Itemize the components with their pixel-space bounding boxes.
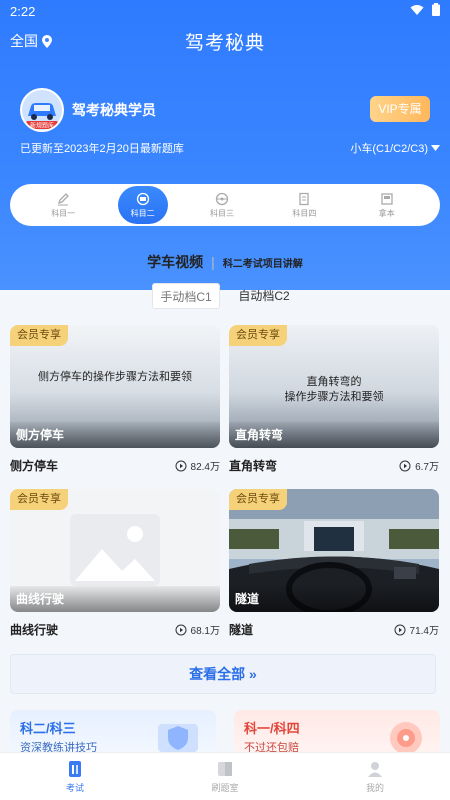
gear-auto-button[interactable]: 自动档C2 — [230, 283, 298, 309]
video-meta: 曲线行驶 68.1万 — [10, 621, 220, 641]
tab-label: 科目四 — [292, 208, 317, 218]
user-card: 新规题库 驾考秘典学员 VIP专属 — [20, 88, 440, 132]
avatar[interactable]: 新规题库 — [20, 88, 64, 132]
video-title: 侧方停车 — [10, 459, 59, 473]
status-bar: 2:22 — [0, 0, 450, 22]
car-avatar-icon: 新规题库 — [22, 90, 62, 130]
member-badge: 会员专享 — [10, 325, 68, 346]
gear-manual-button[interactable]: 手动档C1 — [152, 283, 220, 309]
book-icon — [299, 192, 310, 205]
exam-icon — [69, 760, 81, 777]
tab-label: 拿本 — [378, 208, 395, 218]
video-label: 曲线行驶 — [10, 586, 220, 612]
tab-label: 刷题室 — [211, 782, 239, 793]
video-meta: 隧道 71.4万 — [229, 621, 439, 641]
update-text: 已更新至2023年2月20日最新题库 — [20, 143, 184, 155]
practice-icon — [218, 761, 232, 776]
video-card[interactable]: 会员专享 直角转弯的 操作步骤方法和要领 直角转弯 — [229, 325, 439, 448]
video-label: 直角转弯 — [229, 422, 439, 448]
member-badge: 会员专享 — [229, 489, 287, 510]
tab-profile[interactable]: 我的 — [335, 760, 415, 794]
video-card[interactable]: 会员专享 曲线行驶 — [10, 489, 220, 612]
shield-check-icon — [158, 724, 198, 752]
tab-subject-4[interactable]: 科目四 — [276, 186, 332, 224]
video-card[interactable]: 会员专享 隧道 — [229, 489, 439, 612]
section-header: 学车视频 | 科二考试项目讲解 — [0, 252, 450, 272]
tab-label: 考试 — [65, 782, 84, 793]
video-card[interactable]: 会员专享 侧方停车的操作步骤方法和要领 侧方停车 — [10, 325, 220, 448]
play-circle-icon — [399, 460, 411, 471]
wifi-icon — [410, 4, 424, 15]
gear-toggle: 手动档C1 自动档C2 — [0, 283, 450, 309]
view-count: 68.1万 — [175, 622, 220, 637]
tab-subject-2[interactable]: 科目二 — [117, 186, 168, 224]
app-title: 驾考秘典 — [184, 33, 265, 54]
steering-icon — [136, 192, 149, 205]
tab-label: 科目一 — [51, 208, 76, 218]
tab-practice-room[interactable]: 刷题室 — [185, 760, 265, 794]
triangle-down-icon — [431, 145, 440, 151]
clock: 2:22 — [10, 4, 36, 19]
tab-label: 我的 — [365, 782, 384, 793]
view-count: 6.7万 — [399, 458, 439, 473]
view-count: 71.4万 — [394, 622, 439, 637]
tab-exam[interactable]: 考试 — [35, 760, 115, 794]
video-meta: 直角转弯 6.7万 — [229, 457, 439, 477]
tab-subject-1[interactable]: 科目一 — [35, 186, 91, 224]
section-title: 学车视频 — [147, 254, 204, 270]
bottom-tab-bar: 考试 刷题室 我的 — [0, 752, 450, 800]
avatar-tag: 新规题库 — [30, 122, 54, 130]
view-count: 82.4万 — [175, 458, 220, 473]
play-circle-icon — [175, 624, 187, 635]
license-icon — [381, 192, 393, 205]
video-meta: 侧方停车 82.4万 — [10, 457, 220, 477]
video-title: 曲线行驶 — [10, 623, 59, 637]
member-badge: 会员专享 — [229, 325, 287, 346]
video-label: 侧方停车 — [10, 422, 220, 448]
pen-icon — [58, 192, 70, 205]
car-type-selector[interactable]: 小车(C1/C2/C3) — [350, 140, 440, 156]
target-icon — [390, 722, 422, 754]
view-all-button[interactable]: 查看全部 » — [10, 654, 436, 694]
video-label: 隧道 — [229, 586, 439, 612]
play-circle-icon — [175, 460, 187, 471]
car-type-label: 小车(C1/C2/C3) — [350, 143, 428, 155]
member-badge: 会员专享 — [10, 489, 68, 510]
top-bar: 全国 驾考秘典 — [0, 26, 450, 56]
tab-subject-3[interactable]: 科目三 — [194, 186, 250, 224]
vip-button[interactable]: VIP专属 — [370, 96, 430, 122]
battery-icon — [432, 3, 440, 16]
tab-label: 科目三 — [209, 208, 234, 218]
video-title: 直角转弯 — [229, 459, 278, 473]
user-icon — [368, 761, 382, 777]
play-circle-icon — [394, 624, 406, 635]
tab-label: 科目二 — [130, 208, 155, 218]
tab-license[interactable]: 拿本 — [359, 186, 415, 224]
video-title: 隧道 — [229, 623, 254, 637]
section-subtitle: 科二考试项目讲解 — [222, 259, 303, 270]
video-overlay-text: 侧方停车的操作步骤方法和要领 — [38, 371, 192, 383]
wheel-icon — [215, 192, 229, 205]
divider: | — [211, 254, 215, 270]
video-overlay-text: 直角转弯的 操作步骤方法和要领 — [284, 376, 384, 403]
user-name: 驾考秘典学员 — [72, 102, 156, 118]
subject-tabs: 科目一 科目二 科目三 科目四 拿本 — [10, 184, 440, 226]
